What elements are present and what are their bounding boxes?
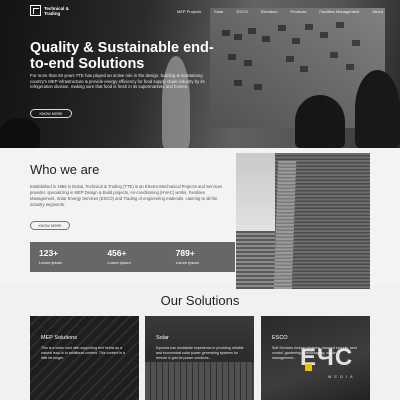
card-description: Kyocera has worldwide experience in prov… <box>156 346 244 360</box>
watermark-square-icon <box>305 364 312 371</box>
stat-value: 789+ <box>175 248 195 258</box>
building-image <box>236 153 370 289</box>
logo-icon <box>30 5 41 16</box>
brand-logo[interactable]: Technical & Trading <box>30 5 84 16</box>
nav-item-facilities-management[interactable]: Facilities Management <box>319 9 359 14</box>
top-navigation: Technical & Trading MEP Projects Solar E… <box>0 0 400 22</box>
nav-item-elevators[interactable]: Elevators <box>261 9 278 14</box>
nav-item-products[interactable]: Products <box>291 9 307 14</box>
stat-value: 123+ <box>39 248 59 258</box>
card-description: This is a wider card with supporting tex… <box>41 346 126 360</box>
stat-label: Lorum Ipsum <box>39 260 63 265</box>
watermark-logo: ЕЧС MEDIA <box>300 344 390 386</box>
our-solutions-title: Our Solutions <box>160 293 240 308</box>
solar-panels <box>145 362 254 400</box>
card-title: Solar <box>156 335 169 341</box>
watermark-subtext: MEDIA <box>328 374 356 379</box>
stat-label: Lorum Ipsum <box>107 260 131 265</box>
hero-title: Quality & Sustainable end-to-end Solutio… <box>30 40 214 72</box>
who-we-are-description: Established in 1969 in Dubai, Technical … <box>30 184 223 207</box>
solution-card-mep[interactable]: MEP Solutions This is a wider card with … <box>30 316 139 400</box>
nav-item-about[interactable]: About <box>372 9 382 14</box>
stat-item: 789+ Lorum Ipsum <box>167 242 235 272</box>
nav-item-mep-projects[interactable]: MEP Projects <box>177 9 201 14</box>
who-know-more-button[interactable]: KNOW MORE <box>30 221 70 230</box>
hero-know-more-button[interactable]: KNOW MORE <box>30 109 72 118</box>
hero-description: For more than 50 years TTE has played an… <box>30 73 205 90</box>
stat-item: 456+ Lorum Ipsum <box>98 242 166 272</box>
nav-item-solar[interactable]: Solar <box>214 9 223 14</box>
brand-name: Technical & Trading <box>44 5 69 16</box>
stat-label: Lorum Ipsum <box>175 260 199 265</box>
nav-item-esco[interactable]: ESCO <box>237 9 248 14</box>
who-we-are-title: Who we are <box>30 162 100 177</box>
stat-item: 123+ Lorum Ipsum <box>30 242 98 272</box>
stat-value: 456+ <box>107 248 127 258</box>
solution-card-solar[interactable]: Solar Kyocera has worldwide experience i… <box>145 316 254 400</box>
card-title: MEP Solutions <box>41 335 77 341</box>
card-title: ESCO <box>272 335 288 341</box>
stats-bar: 123+ Lorum Ipsum 456+ Lorum Ipsum 789+ L… <box>30 242 235 272</box>
nav-menu: MEP Projects Solar ESCO Elevators Produc… <box>177 9 396 14</box>
hero-section: Technical & Trading MEP Projects Solar E… <box>0 0 400 148</box>
